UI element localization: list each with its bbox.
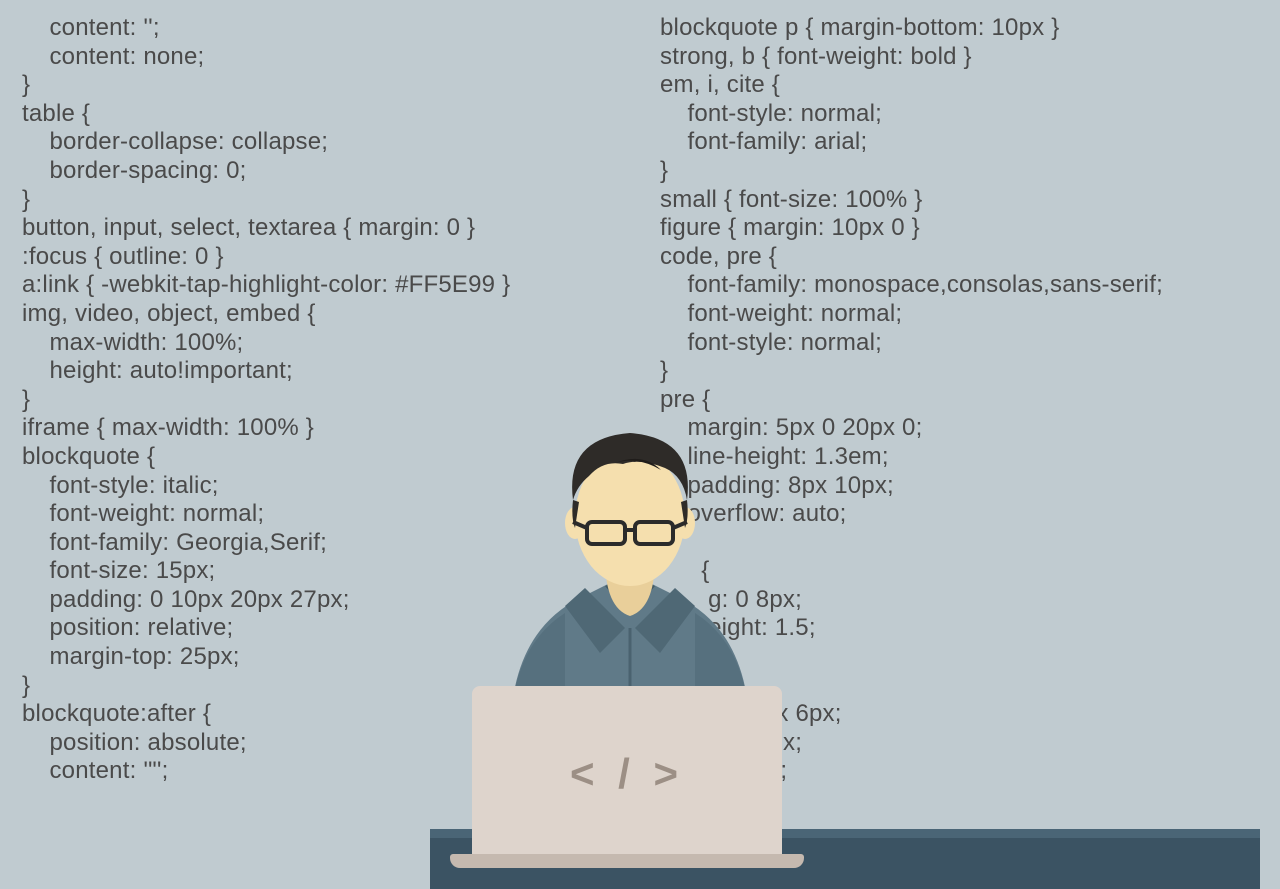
- laptop-base: [450, 854, 804, 868]
- illustration-canvas: content: ''; content: none; } table { bo…: [0, 0, 1280, 889]
- laptop-back: < / >: [472, 686, 782, 856]
- code-icon: < / >: [570, 750, 684, 798]
- laptop: < / >: [472, 686, 782, 868]
